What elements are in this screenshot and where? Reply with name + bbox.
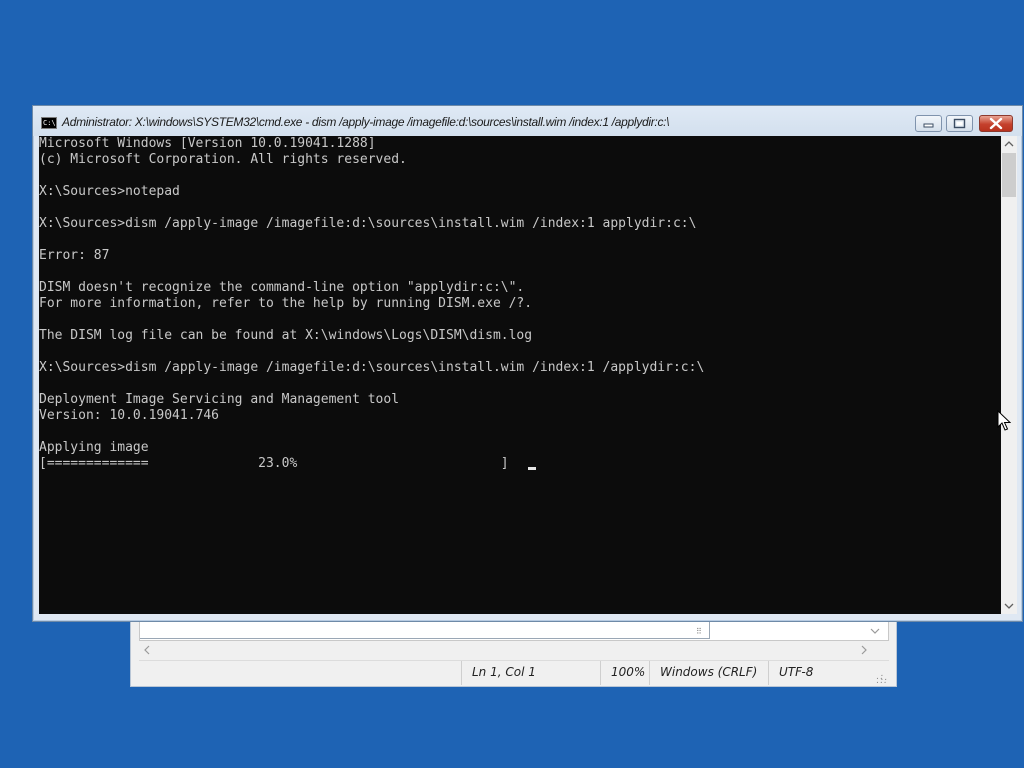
console-output[interactable]: Microsoft Windows [Version 10.0.19041.12… [39, 136, 1001, 614]
cmd-icon[interactable]: C:\ [41, 117, 57, 129]
scroll-thumb[interactable] [1002, 153, 1016, 197]
scroll-right-icon[interactable] [859, 644, 869, 656]
status-zoom: 100% [600, 661, 650, 685]
text-cursor [528, 467, 536, 470]
console-line: For more information, refer to the help … [39, 296, 533, 311]
title-bar[interactable]: C:\ Administrator: X:\windows\SYSTEM32\c… [33, 106, 1022, 136]
cmd-window[interactable]: C:\ Administrator: X:\windows\SYSTEM32\c… [32, 105, 1023, 622]
scroll-down-icon[interactable] [870, 626, 880, 636]
status-encoding: UTF-8 [768, 661, 878, 685]
scroll-up-icon[interactable] [1004, 139, 1014, 149]
console-text: Microsoft Windows [Version 10.0.19041.12… [39, 136, 1001, 472]
minimize-button[interactable] [915, 115, 942, 132]
console-line: Applying image [39, 440, 149, 455]
maximize-button[interactable] [946, 115, 973, 132]
console-line: [============= 23.0% ] [39, 456, 509, 471]
notepad-window[interactable]: ⠿ Ln 1, Col 1 100% Windows (CRLF) UTF-8 … [130, 612, 897, 687]
status-cursor-position: Ln 1, Col 1 [461, 661, 601, 685]
mouse-pointer-icon [997, 410, 1011, 431]
console-line: Microsoft Windows [Version 10.0.19041.12… [39, 136, 376, 151]
resize-grip-icon: ⠿ [696, 627, 702, 636]
notepad-horizontal-scrollbar[interactable] [139, 642, 889, 658]
minimize-icon [923, 123, 934, 128]
close-icon [989, 117, 1003, 130]
console-line: DISM doesn't recognize the command-line … [39, 280, 525, 295]
close-button[interactable] [979, 115, 1013, 132]
resize-grip-icon[interactable]: .:.:: [876, 673, 888, 685]
scroll-left-icon[interactable] [142, 644, 152, 656]
console-line: Deployment Image Servicing and Managemen… [39, 392, 400, 407]
window-title: Administrator: X:\windows\SYSTEM32\cmd.e… [62, 115, 670, 129]
console-line: Version: 10.0.19041.746 [39, 408, 220, 423]
console-line: X:\Sources>dism /apply-image /imagefile:… [39, 360, 705, 375]
vertical-scrollbar[interactable] [1001, 136, 1017, 614]
status-line-ending: Windows (CRLF) [649, 661, 769, 685]
maximize-icon [953, 118, 966, 129]
console-line: The DISM log file can be found at X:\win… [39, 328, 533, 343]
console-line: X:\Sources>dism /apply-image /imagefile:… [39, 216, 697, 231]
scroll-down-icon[interactable] [1004, 601, 1014, 611]
console-line: X:\Sources>notepad [39, 184, 180, 199]
console-line: Error: 87 [39, 248, 110, 263]
notepad-status-bar: Ln 1, Col 1 100% Windows (CRLF) UTF-8 .:… [139, 660, 889, 685]
console-line: (c) Microsoft Corporation. All rights re… [39, 152, 407, 167]
